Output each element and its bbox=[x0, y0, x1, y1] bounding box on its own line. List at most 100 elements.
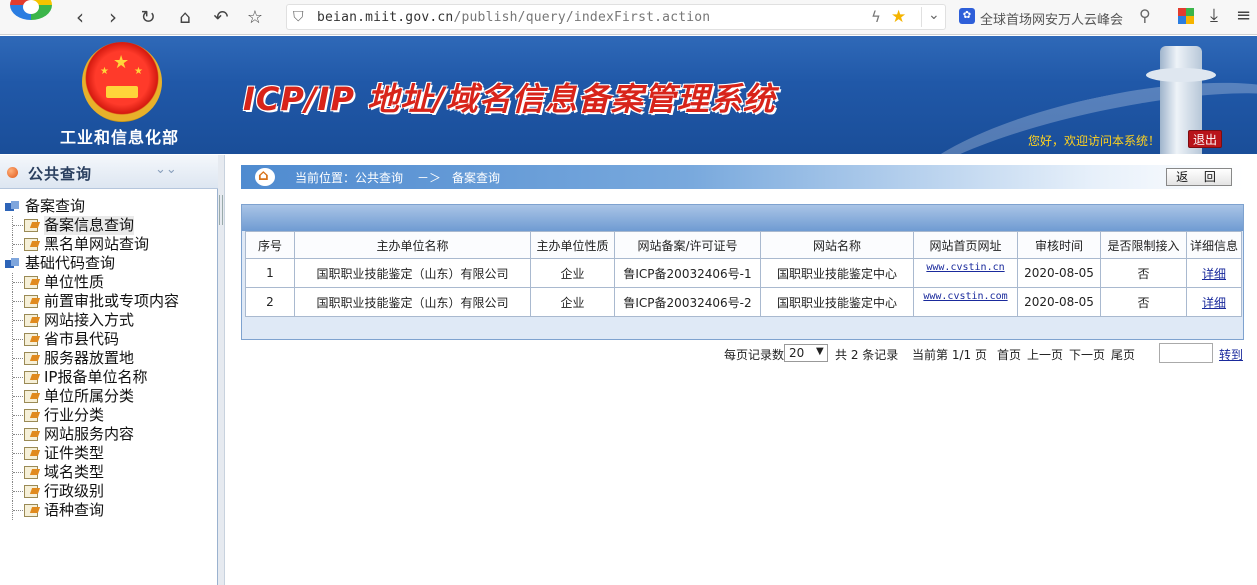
current-page: 当前第 1/1 页 bbox=[912, 348, 987, 362]
home-icon[interactable]: ⌂ bbox=[173, 5, 197, 29]
sidebar-title: 公共查询 bbox=[28, 165, 93, 183]
detail-cell: 详细 bbox=[1186, 287, 1242, 317]
col-header: 主办单位名称 bbox=[294, 231, 531, 259]
col-header: 主办单位性质 bbox=[530, 231, 615, 259]
restricted: 否 bbox=[1100, 258, 1187, 288]
url-text: beian.miit.gov.cn/publish/query/indexFir… bbox=[317, 10, 711, 25]
doc-icon bbox=[24, 238, 38, 251]
detail-link[interactable]: 详细 bbox=[1202, 296, 1226, 310]
results-panel: 序号 主办单位名称 主办单位性质 网站备案/许可证号 网站名称 网站首页网址 审… bbox=[241, 204, 1244, 340]
col-header: 是否限制接入 bbox=[1100, 231, 1187, 259]
next-page-link[interactable]: 下一页 bbox=[1069, 346, 1105, 363]
breadcrumb-arrow: －＞ bbox=[417, 171, 442, 185]
col-header: 审核时间 bbox=[1017, 231, 1101, 259]
per-page-select[interactable]: 20 ▼ bbox=[784, 344, 828, 362]
breadcrumb: 当前位置：公共查询 －＞ 备案查询 bbox=[241, 165, 1244, 189]
total-records: 共 2 条记录 bbox=[835, 348, 899, 362]
download-icon[interactable]: ⤓ bbox=[1210, 5, 1218, 26]
goto-page-input[interactable] bbox=[1159, 343, 1213, 363]
col-header: 详细信息 bbox=[1186, 231, 1242, 259]
favorite-star-icon[interactable]: ★ bbox=[891, 7, 906, 27]
national-emblem-icon: ★ ★ ★ bbox=[82, 42, 162, 122]
breadcrumb-current: 备案查询 bbox=[452, 171, 501, 185]
forward-arrow-icon[interactable]: › bbox=[101, 5, 125, 29]
col-header: 网站首页网址 bbox=[913, 231, 1018, 259]
welcome-text: 您好，欢迎访问本系统！ bbox=[1028, 134, 1161, 148]
doc-icon bbox=[24, 333, 38, 346]
results-table: 序号 主办单位名称 主办单位性质 网站备案/许可证号 网站名称 网站首页网址 审… bbox=[245, 231, 1242, 317]
reload-icon[interactable]: ↻ bbox=[136, 5, 160, 29]
org-name: 国职职业技能鉴定（山东）有限公司 bbox=[294, 287, 531, 317]
splitter-grip[interactable] bbox=[219, 195, 223, 225]
first-page-link[interactable]: 首页 bbox=[997, 346, 1021, 363]
site-url-link[interactable]: www.cvstin.com bbox=[923, 291, 1007, 302]
restricted: 否 bbox=[1100, 287, 1187, 317]
col-header: 序号 bbox=[245, 231, 295, 259]
orange-dot-icon bbox=[7, 167, 18, 178]
site-url-cell: www.cvstin.com bbox=[913, 287, 1018, 317]
col-header: 网站名称 bbox=[760, 231, 914, 259]
site-name: 国职职业技能鉴定中心 bbox=[760, 287, 914, 317]
goto-link[interactable]: 转到 bbox=[1219, 346, 1243, 363]
address-bar[interactable]: ⛉ beian.miit.gov.cn/publish/query/indexF… bbox=[286, 4, 946, 30]
site-header: ★ ★ ★ 工业和信息化部 ICP/IP 地址/域名信息备案管理系统 您好，欢迎… bbox=[0, 36, 1257, 154]
col-header: 网站备案/许可证号 bbox=[614, 231, 761, 259]
logout-button[interactable]: 退出 bbox=[1188, 130, 1222, 148]
baidu-paw-icon: ✿ bbox=[959, 8, 975, 24]
doc-icon bbox=[24, 276, 38, 289]
site-title: ICP/IP 地址/域名信息备案管理系统 bbox=[243, 80, 776, 118]
apps-grid-icon[interactable] bbox=[1178, 8, 1194, 24]
last-page-link[interactable]: 尾页 bbox=[1111, 346, 1135, 363]
sidebar-header[interactable]: 公共查询 ⌄⌄ bbox=[0, 155, 218, 189]
row-index: 1 bbox=[245, 258, 295, 288]
org-type: 企业 bbox=[530, 258, 615, 288]
doc-icon bbox=[24, 409, 38, 422]
browser-toolbar: ‹ › ↻ ⌂ ↶ ☆ ⛉ beian.miit.gov.cn/publish/… bbox=[0, 0, 1257, 35]
review-date: 2020-08-05 bbox=[1017, 258, 1101, 288]
row-index: 2 bbox=[245, 287, 295, 317]
license-no: 鲁ICP备20032406号-1 bbox=[614, 258, 761, 288]
review-date: 2020-08-05 bbox=[1017, 287, 1101, 317]
doc-icon bbox=[24, 219, 38, 232]
doc-icon bbox=[24, 295, 38, 308]
shield-icon: ⛉ bbox=[293, 9, 304, 25]
search-icon[interactable]: ⚲ bbox=[1139, 6, 1151, 25]
doc-icon bbox=[24, 466, 38, 479]
lightning-icon[interactable]: ϟ bbox=[871, 8, 881, 26]
sidebar-splitter[interactable] bbox=[218, 155, 225, 585]
dropdown-arrow-icon: ▼ bbox=[816, 346, 824, 357]
folder-icon bbox=[5, 201, 19, 213]
menu-icon[interactable]: ≡ bbox=[1236, 5, 1251, 26]
sidebar: 公共查询 ⌄⌄ 备案查询 备案信息查询 黑名单网站查询 基础代码查询 单位性质 … bbox=[0, 155, 218, 585]
doc-icon bbox=[24, 485, 38, 498]
prev-page-link[interactable]: 上一页 bbox=[1027, 346, 1063, 363]
license-no: 鲁ICP备20032406号-2 bbox=[614, 287, 761, 317]
search-box[interactable]: ✿ 全球首场网安万人云峰会 ⚲ bbox=[955, 4, 1160, 30]
org-name: 国职职业技能鉴定（山东）有限公司 bbox=[294, 258, 531, 288]
chevron-down-icon[interactable]: ⌄ bbox=[921, 7, 940, 27]
bookmark-star-icon[interactable]: ☆ bbox=[243, 5, 267, 29]
doc-icon bbox=[24, 390, 38, 403]
back-arrow-icon[interactable]: ‹ bbox=[68, 5, 92, 29]
folder-icon bbox=[5, 258, 19, 270]
doc-icon bbox=[24, 504, 38, 517]
back-button[interactable]: 返 回 bbox=[1166, 168, 1232, 186]
table-header-row: 序号 主办单位名称 主办单位性质 网站备案/许可证号 网站名称 网站首页网址 审… bbox=[245, 231, 1242, 259]
panel-title-bar bbox=[242, 205, 1243, 231]
collapse-chevron-icon[interactable]: ⌄⌄ bbox=[155, 162, 177, 177]
doc-icon bbox=[24, 371, 38, 384]
doc-icon bbox=[24, 428, 38, 441]
detail-link[interactable]: 详细 bbox=[1202, 267, 1226, 281]
doc-icon bbox=[24, 314, 38, 327]
home-icon bbox=[255, 166, 275, 186]
per-page-label: 每页记录数 bbox=[724, 348, 785, 362]
site-name: 国职职业技能鉴定中心 bbox=[760, 258, 914, 288]
detail-cell: 详细 bbox=[1186, 258, 1242, 288]
site-url-link[interactable]: www.cvstin.cn bbox=[926, 262, 1004, 273]
browser-logo-icon bbox=[10, 0, 52, 20]
org-type: 企业 bbox=[530, 287, 615, 317]
undo-icon[interactable]: ↶ bbox=[209, 5, 233, 29]
panel-footer bbox=[245, 319, 1241, 339]
search-input[interactable]: 全球首场网安万人云峰会 bbox=[980, 9, 1135, 28]
table-row: 2 国职职业技能鉴定（山东）有限公司 企业 鲁ICP备20032406号-2 国… bbox=[245, 287, 1242, 317]
